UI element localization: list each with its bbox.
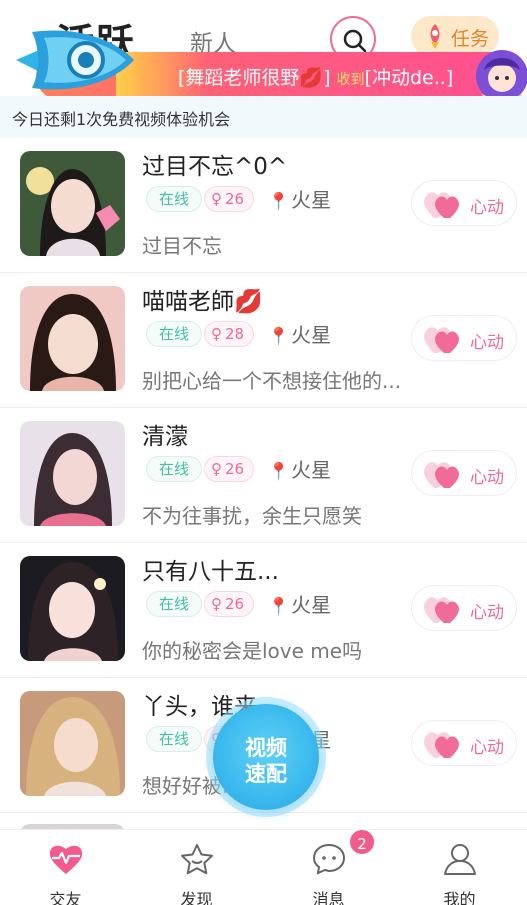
tab-label: 交友 bbox=[49, 890, 82, 905]
tab-profile[interactable]: 我的 bbox=[394, 830, 525, 905]
banner-text: [舞蹈老师很野💋] 收到[冲动de..] bbox=[178, 67, 454, 89]
avatar[interactable] bbox=[20, 691, 125, 796]
location-value: 火星 bbox=[291, 593, 332, 617]
list-item[interactable]: 只有八十五... 在线 ♀ 26 📍 火星 你的秘密会是love me吗 心动 bbox=[0, 543, 527, 678]
like-label: 心动 bbox=[470, 198, 504, 218]
age-value: 26 bbox=[225, 460, 245, 478]
female-icon: ♀ bbox=[211, 190, 222, 208]
video-match-line2: 速配 bbox=[245, 762, 287, 786]
location: 📍火星 bbox=[268, 454, 331, 483]
banner-got: 收到 bbox=[336, 72, 365, 88]
age-badge: ♀26 bbox=[204, 186, 254, 212]
star-icon bbox=[181, 844, 213, 875]
list-item[interactable]: 清濛 在线 ♀ 26 📍 火星 不为往事扰，余生只愿笑 心动 bbox=[0, 408, 527, 543]
tab-discover[interactable]: 发现 bbox=[131, 830, 262, 905]
location: 📍火星 bbox=[268, 319, 331, 348]
chat-icon bbox=[312, 843, 346, 875]
like-label: 心动 bbox=[470, 468, 504, 488]
location-value: 火星 bbox=[291, 458, 332, 482]
tab-label: 我的 bbox=[443, 890, 476, 905]
signature: 过目不忘 bbox=[142, 234, 222, 258]
heart-icon bbox=[424, 462, 459, 488]
like-button[interactable]: 心动 bbox=[411, 450, 517, 496]
age-badge: ♀ 28 bbox=[204, 321, 254, 347]
bottom-tab-bar: 交友 发现 消息 我的 2 bbox=[0, 828, 527, 905]
like-label: 心动 bbox=[470, 603, 504, 623]
female-icon: ♀ bbox=[211, 325, 222, 343]
like-label: 心动 bbox=[470, 738, 504, 758]
online-badge: 在线 bbox=[146, 456, 202, 482]
like-button[interactable]: 心动 bbox=[411, 720, 517, 766]
rocket-icon bbox=[430, 24, 440, 49]
message-badge: 2 bbox=[348, 828, 376, 856]
notice-text: 今日还剩1次免费视频体验机会 bbox=[12, 110, 231, 129]
heart-icon bbox=[424, 597, 459, 623]
heart-icon bbox=[424, 192, 459, 218]
age-badge: ♀26 bbox=[204, 591, 254, 617]
location-value: 火星 bbox=[291, 188, 332, 212]
signature: 你的秘密会是love me吗 bbox=[142, 639, 363, 663]
user-name: 过目不忘^0^ bbox=[142, 154, 288, 180]
list-item[interactable]: 过目不忘^0^ 在线 ♀ 26 📍 火星 过目不忘 心动 bbox=[0, 138, 527, 273]
female-icon: ♀ bbox=[211, 460, 222, 478]
age-value: 28 bbox=[225, 325, 245, 343]
video-match-button[interactable]: 视频 速配 bbox=[213, 704, 319, 810]
age-value: 26 bbox=[225, 595, 245, 613]
heart-icon bbox=[424, 732, 459, 758]
like-label: 心动 bbox=[470, 333, 504, 353]
pin-icon: 📍 bbox=[268, 327, 290, 347]
pin-icon: 📍 bbox=[268, 597, 290, 617]
age-value: 26 bbox=[225, 190, 245, 208]
user-icon bbox=[444, 844, 476, 875]
location: 📍火星 bbox=[268, 589, 331, 618]
age-badge: ♀26 bbox=[204, 456, 254, 482]
avatar[interactable] bbox=[20, 151, 125, 256]
next-list-item-peek bbox=[0, 810, 527, 830]
user-name: 喵喵老師💋 bbox=[142, 289, 263, 315]
like-button[interactable]: 心动 bbox=[411, 180, 517, 226]
banner-text-part1: [舞蹈老师很野 bbox=[178, 67, 300, 89]
avatar[interactable] bbox=[20, 421, 125, 526]
like-button[interactable]: 心动 bbox=[411, 585, 517, 631]
lips-icon: 💋 bbox=[299, 67, 324, 89]
online-badge: 在线 bbox=[146, 321, 202, 347]
heartbeat-icon bbox=[49, 845, 83, 874]
pin-icon: 📍 bbox=[268, 192, 290, 212]
signature: 别把心给一个不想接住他的... bbox=[142, 369, 402, 393]
like-button[interactable]: 心动 bbox=[411, 315, 517, 361]
tab-label: 消息 bbox=[312, 890, 345, 905]
location: 📍火星 bbox=[268, 184, 331, 213]
search-icon bbox=[343, 29, 367, 53]
location-value: 火星 bbox=[291, 323, 332, 347]
banner-text-part2: [冲动de..] bbox=[364, 67, 454, 89]
online-badge: 在线 bbox=[146, 726, 202, 752]
signature: 不为往事扰，余生只愿笑 bbox=[142, 504, 362, 528]
tab-label: 发现 bbox=[180, 890, 213, 905]
heart-icon bbox=[424, 327, 459, 353]
online-badge: 在线 bbox=[146, 186, 202, 212]
avatar[interactable] bbox=[20, 556, 125, 661]
online-badge: 在线 bbox=[146, 591, 202, 617]
female-icon: ♀ bbox=[211, 595, 222, 613]
avatar[interactable] bbox=[20, 286, 125, 391]
task-label: 任务 bbox=[451, 28, 490, 50]
user-name: 只有八十五... bbox=[142, 559, 279, 585]
list-item[interactable]: 喵喵老師💋 在线 ♀ 28 📍 火星 别把心给一个不想接住他的... 心动 bbox=[0, 273, 527, 408]
notice-bar: 今日还剩1次免费视频体验机会 bbox=[0, 96, 527, 138]
user-name: 清濛 bbox=[142, 424, 188, 450]
tab-friends[interactable]: 交友 bbox=[0, 830, 131, 905]
pin-icon: 📍 bbox=[268, 462, 290, 482]
